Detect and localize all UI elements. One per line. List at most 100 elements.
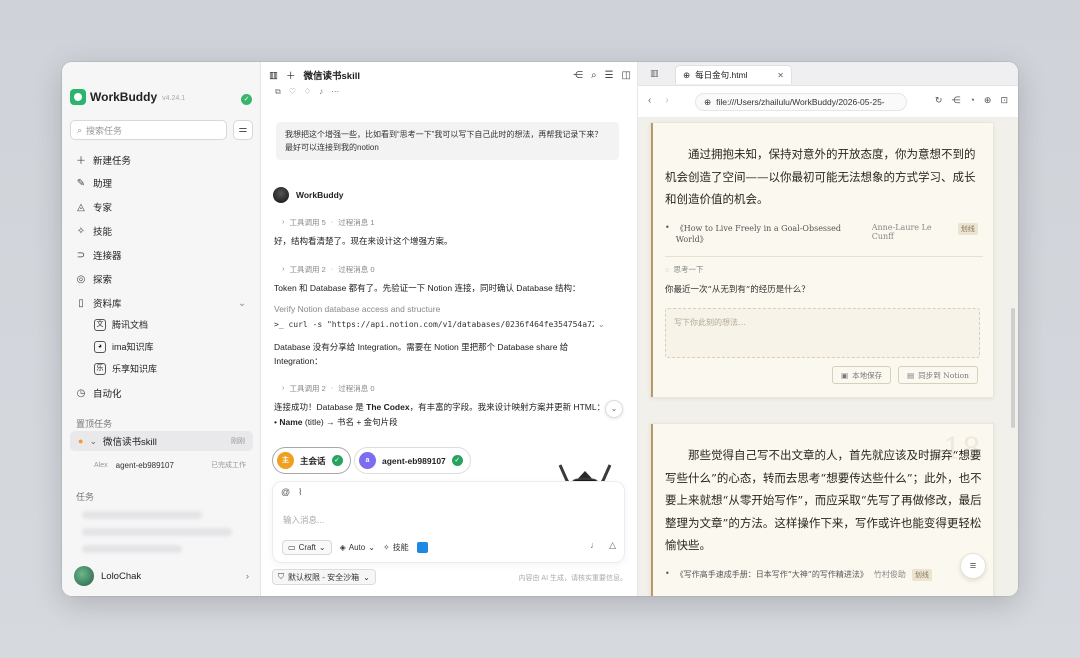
library-item-lexiang[interactable]: 乐乐享知识库 bbox=[94, 362, 157, 375]
chat-pane: ▥ ＋ 微信读书skill ⋲ ⌕ ☰ ◫ ⧉ ♡ ♢ ♪ ⋯ 我想把这个增强一… bbox=[261, 62, 638, 596]
forward-icon[interactable]: › bbox=[665, 95, 668, 106]
sync-notion-button[interactable]: ▤ 同步到 Notion bbox=[898, 366, 978, 384]
browser-pane: ▥ ⊕ 每日金句.html ✕ ‹ › ⊕ file:///Users/zhai… bbox=[638, 62, 1018, 596]
send-icon[interactable]: △ bbox=[609, 540, 616, 551]
skills-button[interactable]: ✧ 技能 bbox=[383, 542, 409, 553]
list-icon[interactable]: ☰ bbox=[605, 70, 614, 81]
search-placeholder: 搜索任务 bbox=[86, 125, 123, 136]
panel-icon[interactable]: ◫ bbox=[622, 70, 631, 81]
user-message: 我想把这个增强一些，比如看到“思考一下”我可以写下自己此时的想法，再帮我记录下来… bbox=[276, 122, 619, 160]
menu-fab-button[interactable]: ≡ bbox=[960, 553, 986, 579]
nav-explore[interactable]: ◎ 探索 bbox=[76, 272, 246, 287]
agent-owner: Alex bbox=[94, 461, 108, 469]
nav-connectors[interactable]: ⊃ 连接器 bbox=[76, 248, 246, 263]
book-author: Anne-Laure Le Cunff bbox=[871, 223, 932, 241]
clock-icon: ◷ bbox=[76, 387, 86, 399]
agent-row[interactable]: Alex agent-eb989107 已完成工作 bbox=[94, 460, 246, 470]
wechat-icon[interactable]: ◔ bbox=[969, 95, 974, 106]
message-composer: @ ⌇ 输入消息... ▭ Craft ⌄ ◈ Auto ⌄ ✧ 技能 ♩ △ bbox=[272, 481, 625, 563]
pinned-task-time: 刚刚 bbox=[231, 438, 245, 445]
check-icon: ✓ bbox=[331, 455, 343, 466]
app-icon[interactable] bbox=[416, 542, 428, 553]
highlight-tag: 划线 bbox=[957, 223, 978, 235]
tool-step[interactable]: › 工具调用 2 · 过程消息 0 bbox=[282, 383, 375, 394]
wand-icon: ✎ bbox=[76, 177, 86, 189]
microphone-icon[interactable]: ♩ bbox=[590, 540, 599, 551]
share-icon[interactable]: ⋲ bbox=[573, 70, 583, 81]
pinned-section-title: 置顶任务 bbox=[76, 419, 113, 429]
sidebar-toggle-icon[interactable]: ▥ bbox=[650, 68, 659, 79]
browser-tab[interactable]: ⊕ 每日金句.html ✕ bbox=[675, 65, 792, 84]
pinned-task-item[interactable]: ● ⌄ 微信读书skill 刚刚 bbox=[70, 431, 253, 451]
knowledge-icon: 乐 bbox=[94, 362, 106, 375]
brand-name: WorkBuddy bbox=[90, 90, 158, 104]
app-window: WorkBuddy v4.24.1 ✓ ⌕ 搜索任务 ⚌ ＋新建任务 ✎ 助理 ◬… bbox=[62, 62, 1018, 596]
url-field[interactable]: ⊕ file:///Users/zhailulu/WorkBuddy/2026-… bbox=[695, 93, 907, 111]
globe-icon[interactable]: ⊕ bbox=[984, 95, 992, 106]
scrollbar[interactable] bbox=[1011, 308, 1015, 428]
close-icon[interactable]: ✕ bbox=[777, 71, 784, 80]
sliders-icon: ⚌ bbox=[238, 124, 248, 135]
panda-icon: ◕ bbox=[94, 340, 106, 353]
library-item-tencent-docs[interactable]: 文腾讯文档 bbox=[94, 318, 148, 331]
model-select[interactable]: ◈ Auto ⌄ bbox=[340, 543, 375, 552]
share-icon[interactable]: ⋲ bbox=[951, 95, 960, 106]
user-profile[interactable]: LoloChak › bbox=[74, 566, 249, 586]
scroll-down-button[interactable]: ⌄ bbox=[605, 400, 623, 418]
mode-select[interactable]: ▭ Craft ⌄ bbox=[282, 540, 332, 555]
sync-status-icon[interactable]: ✓ bbox=[241, 94, 252, 105]
chevron-down-icon[interactable]: ⌄ bbox=[598, 320, 605, 329]
thumbs-down-icon[interactable]: ♢ bbox=[304, 87, 311, 97]
workbuddy-logo-icon bbox=[70, 89, 86, 105]
tool-step[interactable]: › 工具调用 5 · 过程消息 1 bbox=[282, 217, 375, 228]
task-item-redacted[interactable] bbox=[82, 545, 182, 553]
task-item-redacted[interactable] bbox=[82, 511, 202, 519]
message-actions: ⧉ ♡ ♢ ♪ ⋯ bbox=[275, 87, 339, 97]
thought-textarea[interactable]: 写下你此刻的想法… bbox=[665, 308, 980, 358]
search-input[interactable]: ⌕ 搜索任务 bbox=[70, 120, 227, 140]
sidebar-toggle-icon[interactable]: ▥ bbox=[269, 70, 278, 81]
session-badge: a bbox=[359, 452, 376, 469]
assistant-text: 好，结构看清楚了。现在来设计这个增强方案。 bbox=[274, 236, 453, 246]
highlight-tag: 划线 bbox=[911, 569, 932, 581]
quote-source: • 《How to Live Freely in a Goal-Obsessed… bbox=[665, 223, 981, 245]
reload-icon[interactable]: ↻ bbox=[935, 95, 943, 106]
session-chip-main[interactable]: 主 主会话 ✓ bbox=[272, 447, 351, 474]
back-icon[interactable]: ‹ bbox=[648, 95, 651, 106]
save-local-button[interactable]: ▣ 本地保存 bbox=[832, 366, 892, 384]
filter-button[interactable]: ⚌ bbox=[233, 120, 253, 140]
permission-select[interactable]: ⛉ 默认权限 - 安全沙箱 ⌄ bbox=[272, 569, 376, 585]
nav-new-task[interactable]: ＋新建任务 bbox=[76, 152, 246, 168]
assistant-text: 连接成功！Database 是 The Codex，有丰富的字段。我来设计映射方… bbox=[274, 402, 606, 412]
nav-experts[interactable]: ◬ 专家 bbox=[76, 200, 246, 215]
speaker-icon[interactable]: ♪ bbox=[319, 87, 323, 97]
ai-disclaimer: 内容由 AI 生成，请核实重要信息。 bbox=[518, 575, 627, 582]
attachment-icon[interactable]: ⌇ bbox=[298, 487, 302, 498]
new-chat-icon[interactable]: ＋ bbox=[286, 68, 296, 82]
message-input[interactable]: 输入消息... bbox=[283, 514, 324, 526]
session-chip-agent[interactable]: a agent-eb989107 ✓ bbox=[354, 447, 471, 474]
more-icon[interactable]: ⋯ bbox=[331, 87, 339, 97]
nav-assistant[interactable]: ✎ 助理 bbox=[76, 176, 246, 191]
globe-icon: ⊕ bbox=[683, 69, 691, 80]
tasks-section-title: 任务 bbox=[76, 492, 95, 502]
screenshot-icon[interactable]: ⊡ bbox=[1000, 95, 1008, 106]
chevron-right-icon: › bbox=[282, 383, 285, 392]
library-item-ima[interactable]: ◕ ima知识库 bbox=[94, 340, 154, 353]
tab-title: 每日金句.html bbox=[695, 70, 748, 80]
nav-library[interactable]: ▯ 资料库 ⌄ bbox=[76, 296, 246, 311]
page-content: 通过拥抱未知，保持对意外的开放态度，你为意想不到的机会创造了空间——以你最初可能… bbox=[638, 118, 1018, 596]
user-name: LoloChak bbox=[101, 570, 142, 582]
composer-right-actions: ♩ △ bbox=[590, 540, 616, 551]
nav-automation[interactable]: ◷ 自动化 bbox=[76, 386, 246, 401]
tool-step[interactable]: › 工具调用 2 · 过程消息 0 bbox=[282, 264, 375, 275]
assistant-bullet: • Name (title) → 书名 + 金句片段 bbox=[274, 417, 398, 427]
thumbs-up-icon[interactable]: ♡ bbox=[289, 87, 296, 97]
search-icon[interactable]: ⌕ bbox=[591, 70, 597, 81]
mention-icon[interactable]: @ bbox=[281, 487, 290, 498]
copy-icon[interactable]: ⧉ bbox=[275, 87, 281, 97]
nav-skills[interactable]: ✧ 技能 bbox=[76, 224, 246, 239]
task-item-redacted[interactable] bbox=[82, 528, 232, 536]
avatar bbox=[74, 566, 94, 586]
command-block[interactable]: >_ curl -s "https://api.notion.com/v1/da… bbox=[274, 318, 594, 332]
